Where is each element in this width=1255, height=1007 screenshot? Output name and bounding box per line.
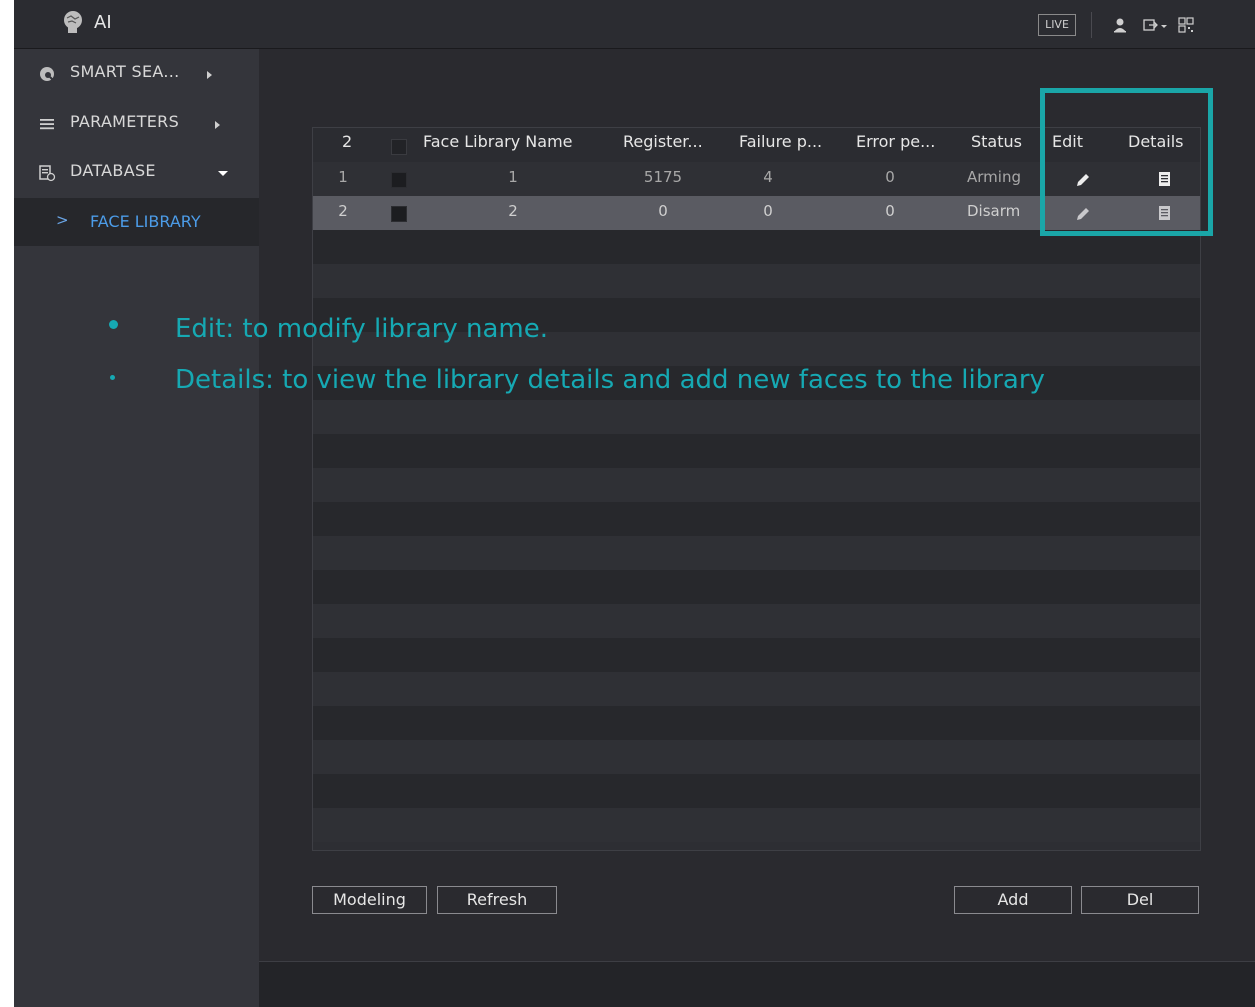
caret-down-icon: [218, 171, 228, 176]
row-status: Arming: [967, 168, 1021, 186]
user-icon[interactable]: [1110, 16, 1130, 34]
divider: [1091, 12, 1092, 38]
row-status: Disarm: [967, 202, 1021, 220]
qr-code-icon[interactable]: [1176, 16, 1196, 34]
bullet-icon: [110, 375, 115, 380]
row-index: 1: [338, 168, 348, 186]
column-header-count: 2: [342, 132, 353, 151]
empty-row: [313, 604, 1200, 638]
smart-search-icon: [40, 67, 55, 82]
empty-row: [313, 638, 1200, 672]
chevron-right-icon: >: [56, 211, 69, 229]
row-checkbox[interactable]: [391, 206, 407, 222]
app-window: AI LIVE SMART SEA... PARAMETERS DATABASE…: [14, 0, 1255, 1007]
add-button[interactable]: Add: [954, 886, 1072, 914]
row-name: 2: [508, 202, 518, 220]
sidebar-item-smart-search[interactable]: SMART SEA...: [14, 49, 259, 99]
row-failure: 0: [763, 202, 773, 220]
select-all-checkbox[interactable]: [391, 139, 407, 155]
empty-row: [313, 264, 1200, 298]
column-header-error[interactable]: Error pe...: [856, 132, 935, 151]
logout-icon[interactable]: [1141, 16, 1161, 34]
sidebar-item-label: DATABASE: [70, 161, 156, 180]
page-title: AI: [94, 12, 112, 33]
del-button[interactable]: Del: [1081, 886, 1199, 914]
row-error: 0: [885, 202, 895, 220]
row-name: 1: [508, 168, 518, 186]
live-button[interactable]: LIVE: [1038, 14, 1076, 36]
sidebar-item-parameters[interactable]: PARAMETERS: [14, 99, 259, 149]
empty-row: [313, 570, 1200, 604]
caret-right-icon: [207, 71, 212, 79]
column-header-registered[interactable]: Register...: [623, 132, 703, 151]
empty-row: [313, 740, 1200, 774]
caret-right-icon: [215, 121, 220, 129]
sidebar: SMART SEA... PARAMETERS DATABASE > FACE …: [14, 49, 259, 1007]
modeling-button[interactable]: Modeling: [312, 886, 427, 914]
row-registered: 5175: [643, 168, 683, 186]
sidebar-item-label: FACE LIBRARY: [90, 212, 201, 231]
sidebar-item-label: SMART SEA...: [70, 62, 180, 81]
empty-row: [313, 502, 1200, 536]
edit-note: Edit: to modify library name.: [175, 314, 548, 344]
details-note: Details: to view the library details and…: [175, 365, 1045, 395]
empty-row: [313, 706, 1200, 740]
chevron-down-icon[interactable]: [1159, 16, 1169, 34]
empty-row: [313, 808, 1200, 842]
empty-row: [313, 400, 1200, 434]
bullet-icon: [109, 320, 118, 329]
row-checkbox[interactable]: [391, 172, 407, 188]
row-failure: 4: [763, 168, 773, 186]
row-index: 2: [338, 202, 348, 220]
column-header-status[interactable]: Status: [971, 132, 1022, 151]
column-header-failure[interactable]: Failure p...: [739, 132, 822, 151]
sidebar-item-label: PARAMETERS: [70, 112, 180, 131]
sidebar-item-face-library[interactable]: > FACE LIBRARY: [14, 198, 259, 246]
column-header-name[interactable]: Face Library Name: [423, 132, 573, 151]
empty-row: [313, 672, 1200, 706]
ai-head-icon: [64, 11, 82, 33]
row-error: 0: [885, 168, 895, 186]
empty-row: [313, 536, 1200, 570]
empty-row: [313, 434, 1200, 468]
top-bar: AI LIVE: [14, 0, 1255, 49]
database-icon: [39, 165, 56, 182]
edit-details-highlight: [1040, 88, 1213, 236]
bottom-bar: [259, 961, 1255, 1007]
sidebar-item-database[interactable]: DATABASE: [14, 148, 259, 198]
row-registered: 0: [658, 202, 668, 220]
empty-row: [313, 468, 1200, 502]
refresh-button[interactable]: Refresh: [437, 886, 557, 914]
empty-row: [313, 774, 1200, 808]
list-icon: [40, 119, 54, 130]
